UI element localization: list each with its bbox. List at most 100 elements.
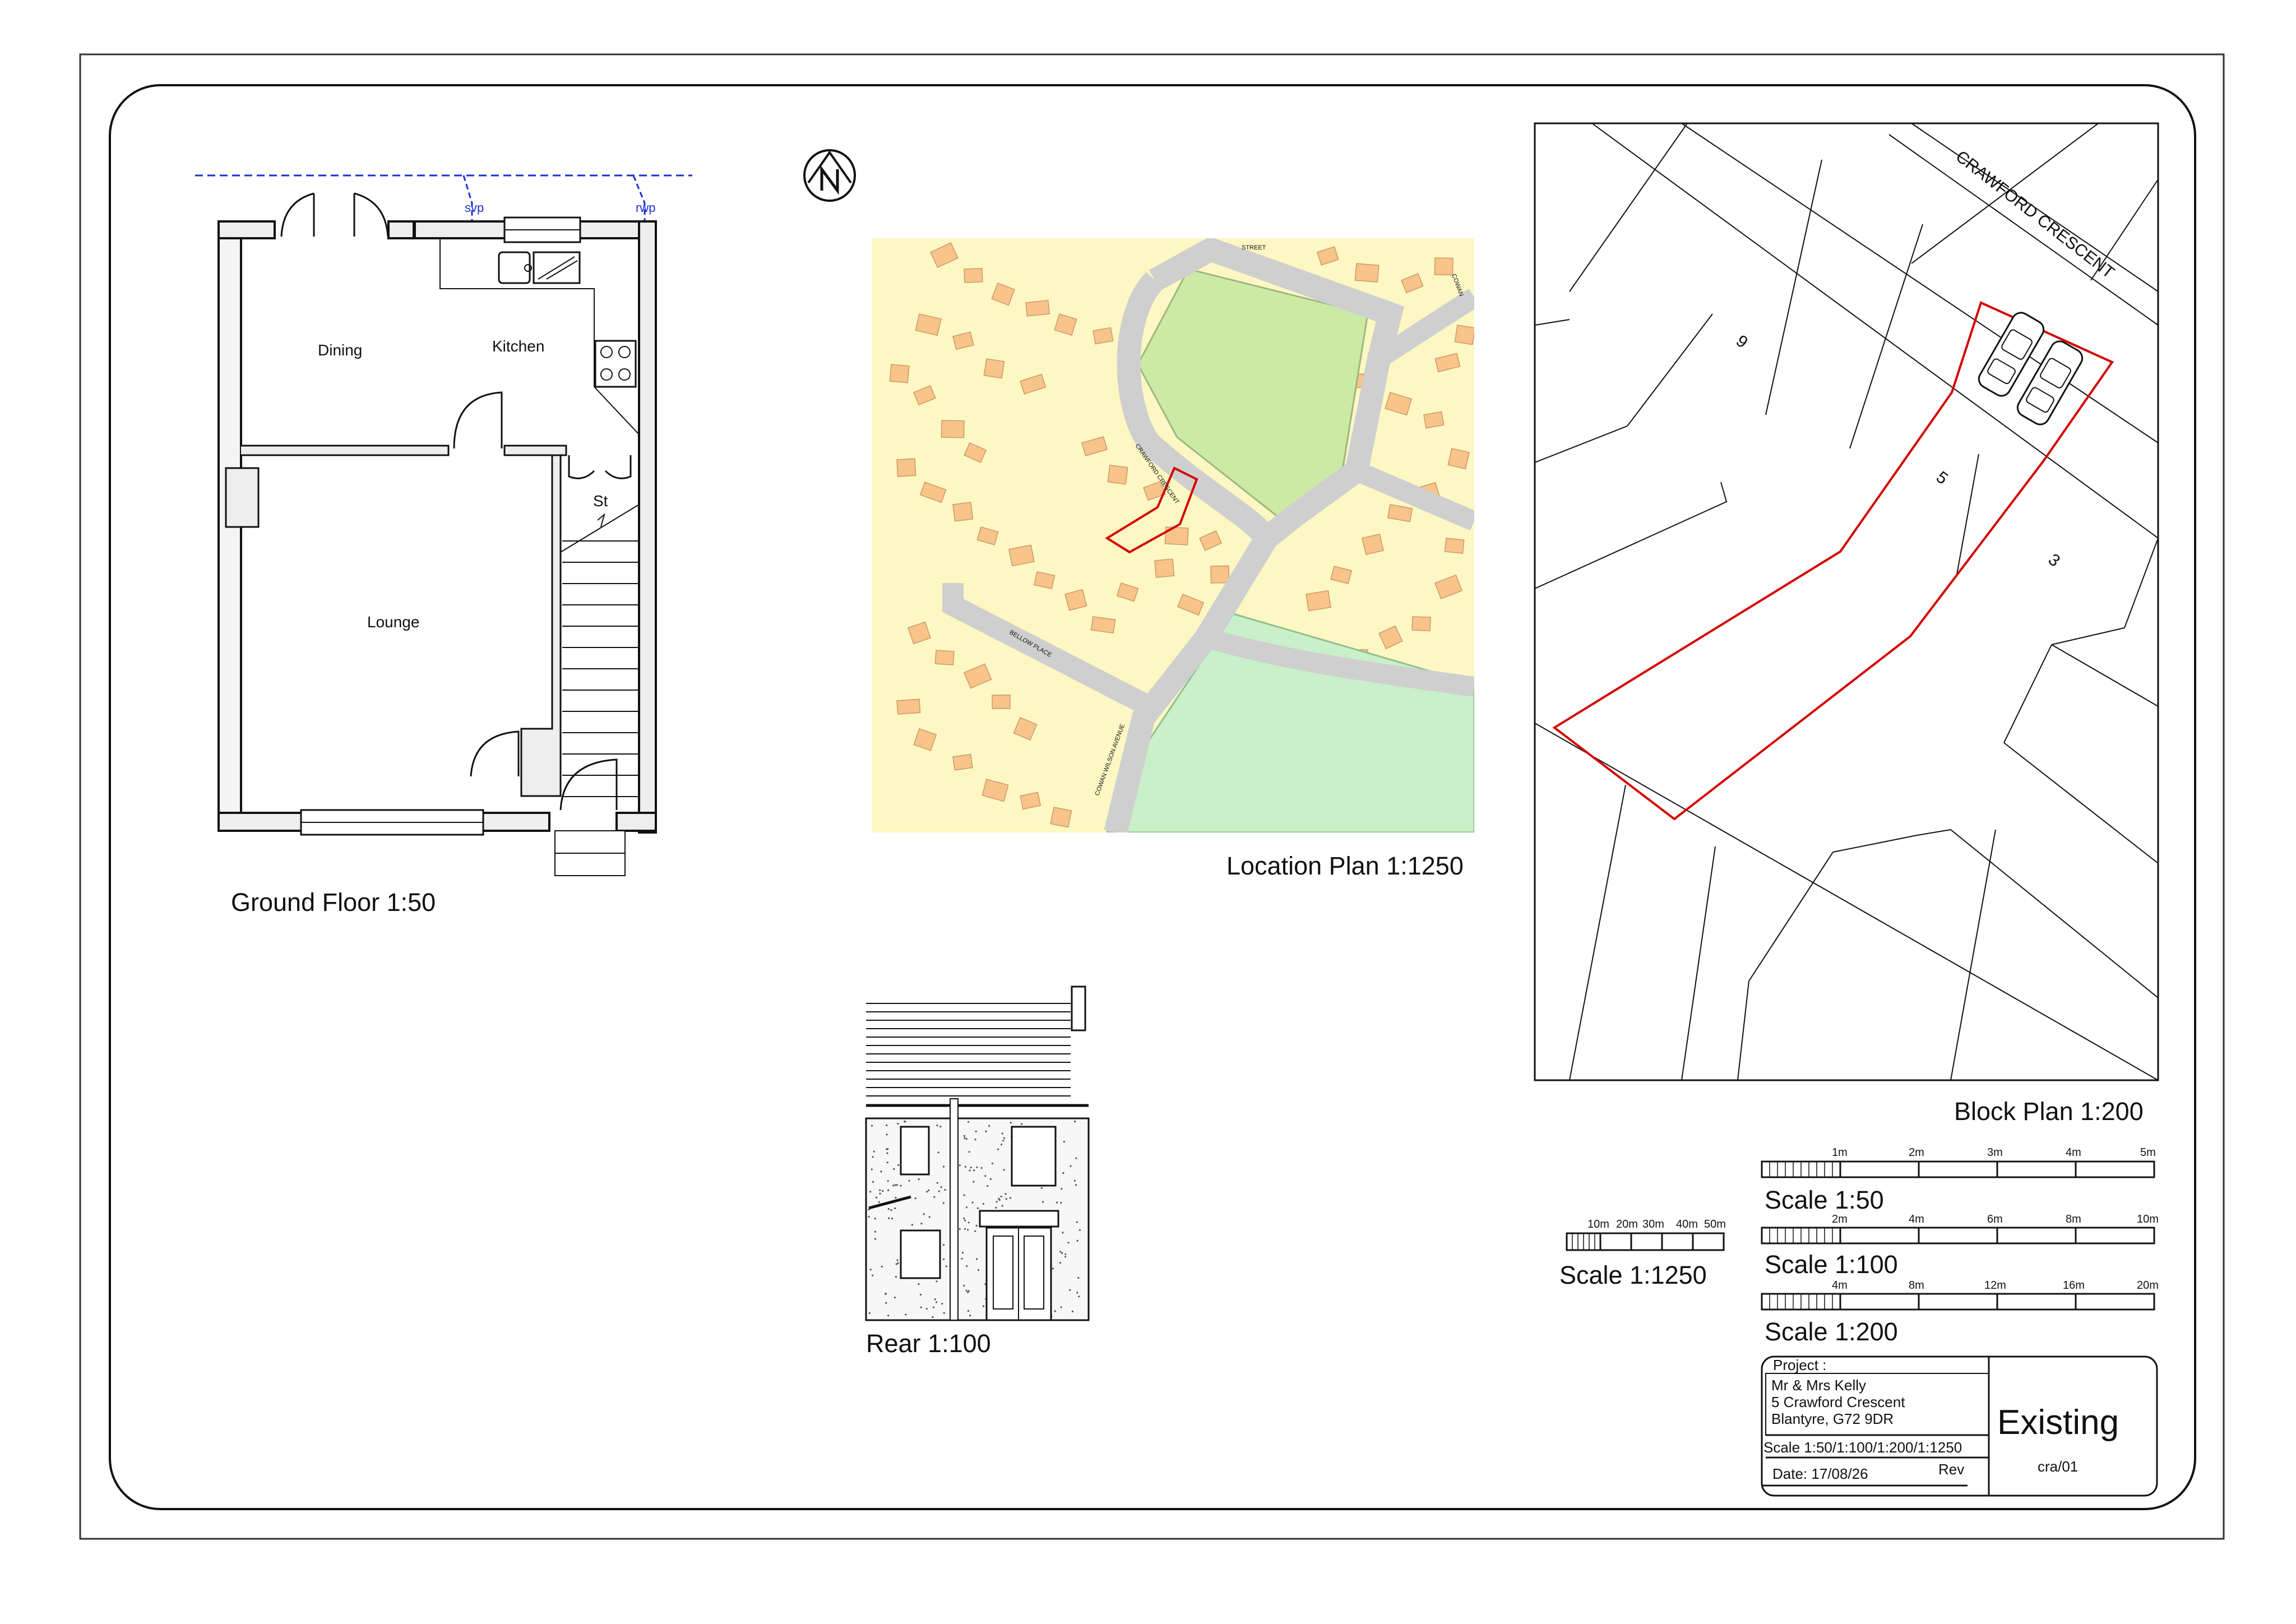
svp-leader-left <box>462 175 473 224</box>
render-dot <box>985 1130 987 1132</box>
render-dot <box>886 1148 888 1150</box>
render-dot <box>989 1178 992 1180</box>
location-house <box>983 358 1005 379</box>
location-house <box>1444 538 1465 554</box>
room-label-store: St <box>593 492 608 510</box>
render-dot <box>1077 1276 1080 1279</box>
location-house <box>1354 263 1380 283</box>
render-dot <box>945 1265 947 1267</box>
render-dot <box>937 1151 939 1154</box>
render-dot <box>893 1168 895 1170</box>
render-dot <box>1056 1201 1058 1204</box>
scale-bar-frame <box>1761 1293 2155 1311</box>
location-house <box>941 420 965 438</box>
rear-downpipe <box>950 1098 959 1321</box>
render-dot <box>980 1167 983 1169</box>
internal-wall-hall <box>520 454 562 797</box>
render-dot <box>971 1201 974 1204</box>
render-dot <box>1062 1172 1064 1174</box>
render-dot <box>872 1156 874 1158</box>
render-dot <box>997 1148 999 1150</box>
render-dot <box>1059 1262 1062 1264</box>
render-dot <box>936 1280 938 1283</box>
render-dot <box>1040 1187 1043 1189</box>
rear-window-lower-left <box>900 1229 941 1279</box>
render-dot <box>1010 1122 1012 1124</box>
render-dot <box>1001 1132 1003 1135</box>
rear-elevation: Rear 1:100 <box>865 985 1090 1358</box>
render-dot <box>982 1305 984 1307</box>
rear-window-upper-left <box>900 1126 930 1176</box>
svp-leader-right <box>632 175 646 224</box>
render-dot <box>873 1150 875 1153</box>
render-dot <box>968 1222 970 1224</box>
render-dot <box>897 1122 899 1125</box>
render-dot <box>905 1313 907 1316</box>
render-dot <box>1078 1296 1080 1298</box>
scale-tick-label: 12m <box>1984 1279 2006 1292</box>
render-dot <box>963 1135 965 1137</box>
render-dot <box>869 1191 872 1193</box>
render-dot <box>932 1316 934 1318</box>
render-dot <box>920 1306 922 1308</box>
internal-wall-kitchen <box>503 445 567 456</box>
render-dot <box>880 1170 882 1173</box>
scale-label: Scale 1:200 <box>1765 1317 1898 1346</box>
render-dot <box>1062 1232 1064 1234</box>
render-dot <box>928 1189 930 1191</box>
render-dot <box>1073 1179 1076 1182</box>
render-dot <box>964 1165 967 1168</box>
render-dot <box>942 1165 945 1168</box>
drawing-status: Existing <box>1997 1403 2119 1442</box>
render-dot <box>925 1308 928 1310</box>
scale-bar-200: 4m 8m 12m 16m 20m Scale 1:200 <box>1761 1279 2159 1346</box>
render-dot <box>967 1121 970 1123</box>
render-dot <box>891 1218 894 1220</box>
wall-top-mid <box>387 220 415 239</box>
scale-tick-label: 50m <box>1704 1218 1726 1230</box>
scale-tick-label: 20m <box>1616 1218 1638 1230</box>
location-house <box>1434 257 1453 276</box>
wall-bottom-left <box>217 812 304 832</box>
stair-break-line <box>560 504 640 553</box>
render-dot <box>968 1290 970 1292</box>
scale-tick-label: 4m <box>2066 1146 2081 1159</box>
render-dot <box>1054 1310 1056 1312</box>
render-dot <box>973 1169 975 1172</box>
location-house <box>1210 565 1230 584</box>
render-dot <box>1000 1195 1002 1198</box>
render-dot <box>938 1190 940 1192</box>
render-dot <box>1076 1221 1078 1223</box>
render-dot <box>1009 1197 1011 1199</box>
render-dot <box>886 1162 888 1164</box>
drawing-number: cra/01 <box>2038 1458 2078 1475</box>
render-dot <box>961 1257 963 1260</box>
location-street-label: STREET <box>1242 244 1266 251</box>
render-dot <box>874 1218 876 1220</box>
location-house <box>992 695 1011 709</box>
render-dot <box>908 1179 910 1182</box>
render-dot <box>1004 1193 1007 1195</box>
location-plan: CRAWFORD CRESCENT BELLOW PLACE COWAN WIL… <box>872 238 1474 880</box>
render-dot <box>914 1197 916 1200</box>
render-dot <box>895 1197 897 1199</box>
revision-label: Rev <box>1938 1461 1964 1478</box>
scale-tick-label: 30m <box>1642 1218 1664 1230</box>
location-house <box>1107 465 1128 485</box>
staircase <box>562 540 639 797</box>
drawing-scales: Scale 1:50/1:100/1:200/1:1250 <box>1763 1439 1962 1456</box>
location-house <box>964 268 983 283</box>
lounge-door-swing <box>470 730 520 777</box>
render-dot <box>1021 1123 1023 1125</box>
render-dot <box>942 1202 945 1204</box>
scale-label: Scale 1:1250 <box>1559 1261 1707 1289</box>
roof-tiles <box>866 1003 1071 1096</box>
render-dot <box>892 1185 895 1187</box>
render-dot <box>1064 1256 1067 1258</box>
render-dot <box>885 1302 887 1304</box>
location-house <box>952 753 973 771</box>
rear-chimney <box>1071 985 1086 1031</box>
render-dot <box>968 1151 970 1153</box>
render-dot <box>1071 1310 1073 1313</box>
render-dot <box>868 1312 871 1315</box>
